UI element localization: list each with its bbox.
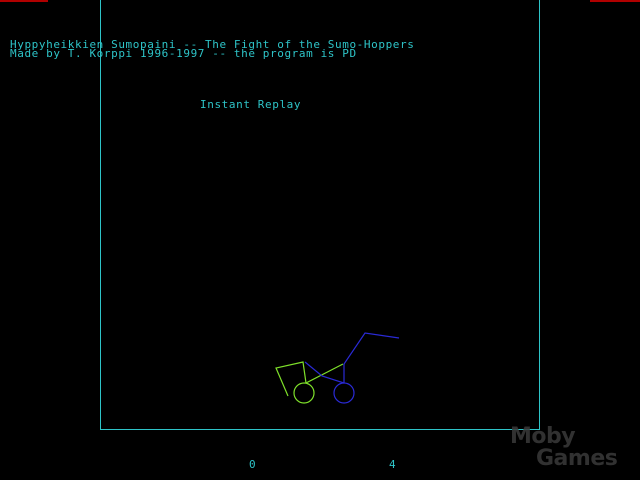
blue-fighter-body [333,382,355,404]
fighters-layer [275,332,400,404]
watermark-line-2: Games [536,446,618,471]
blue-fighter [304,332,400,404]
green-fighter-leg-back [275,361,307,397]
game-screen: Hyppyheikkien Sumopaini -- The Fight of … [0,0,640,480]
right-player-score: 4 [389,458,397,471]
green-fighter [275,361,344,404]
watermark-line-1: Moby [510,424,576,449]
blue-fighter-leg-front [343,332,400,383]
left-player-score: 0 [249,458,257,471]
mobygames-watermark: Moby Games [510,426,636,476]
green-fighter-body [293,382,315,404]
